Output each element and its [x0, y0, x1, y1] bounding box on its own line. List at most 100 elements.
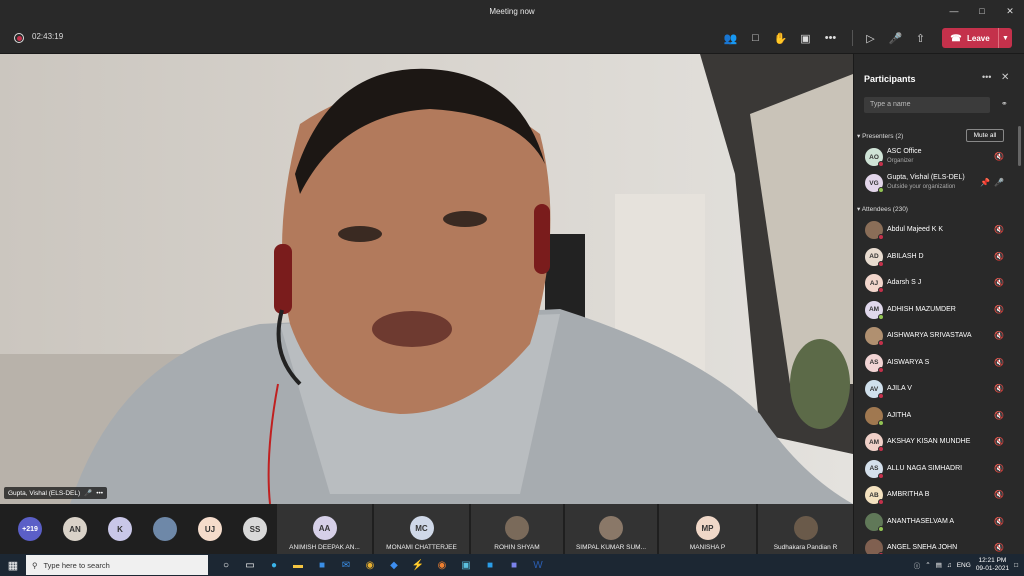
attendee-row[interactable]: AISHWARYA SRIVASTAVA 🔇	[854, 323, 1014, 349]
attendee-row[interactable]: AJ Adarsh S J 🔇	[854, 270, 1014, 296]
mic-muted-icon[interactable]: 🔇	[994, 490, 1004, 499]
presenter-row[interactable]: AO ASC Office Organizer 🔇	[854, 144, 1014, 170]
store-icon[interactable]: ■	[310, 554, 334, 576]
network-icon[interactable]: ▤	[936, 561, 942, 569]
video-tile[interactable]: ROHIN SHYAM	[471, 504, 563, 554]
gallery-avatar[interactable]	[153, 517, 177, 541]
chat-icon[interactable]: □	[743, 32, 768, 44]
status-dot	[878, 287, 884, 293]
windows-start-icon[interactable]: ▦	[0, 554, 26, 576]
taskbar-clock[interactable]: 12:21 PM 09-01-2021	[976, 557, 1009, 573]
status-dot	[878, 260, 884, 267]
leave-button[interactable]: ☎ Leave ▼	[942, 28, 1012, 48]
mic-off-icon[interactable]: 🎤	[883, 32, 908, 45]
search-icon: ⚲	[32, 560, 38, 570]
more-actions-icon[interactable]: •••	[818, 32, 843, 44]
word-icon[interactable]: W	[526, 554, 550, 576]
attendees-header[interactable]: ▾ Attendees (230)	[857, 205, 908, 213]
mic-muted-icon[interactable]: 🔇	[994, 152, 1004, 161]
attendee-row[interactable]: AM ADHISH MAZUMDER 🔇	[854, 297, 1014, 323]
breakout-rooms-icon[interactable]: ▣	[793, 32, 818, 45]
mail-icon[interactable]: ✉	[334, 554, 358, 576]
firefox-icon[interactable]: ◉	[430, 554, 454, 576]
raise-hand-icon[interactable]: ✋	[768, 32, 793, 45]
tile-name: MONAMI CHATTERJEE	[386, 544, 457, 551]
gallery-avatar[interactable]: AN	[63, 517, 87, 541]
video-tile[interactable]: Sudhakara Pandian R	[758, 504, 853, 554]
taskbar-search-input[interactable]: ⚲ Type here to search	[26, 555, 208, 575]
share-invite-icon[interactable]: ⚭	[1001, 99, 1008, 108]
panel-scrollbar[interactable]	[1018, 126, 1021, 166]
mic-muted-icon[interactable]: 🔇	[994, 252, 1004, 261]
share-screen-icon[interactable]: ⇧	[908, 32, 933, 45]
task-view-icon[interactable]: ▭	[238, 554, 262, 576]
maximize-icon[interactable]: □	[968, 0, 996, 22]
chrome-icon[interactable]: ◉	[358, 554, 382, 576]
presenters-header[interactable]: ▾ Presenters (2)	[857, 132, 903, 140]
attendee-row[interactable]: AM AKSHAY KISAN MUNDHE 🔇	[854, 429, 1014, 455]
language-indicator[interactable]: ENG	[957, 562, 971, 569]
app-icon[interactable]: ⚡	[406, 554, 430, 576]
mic-muted-icon[interactable]: 🔇	[994, 331, 1004, 340]
mute-all-button[interactable]: Mute all	[966, 129, 1004, 142]
edge-icon[interactable]: ●	[262, 554, 286, 576]
gallery-avatar[interactable]: SS	[243, 517, 267, 541]
close-window-icon[interactable]: ✕	[996, 0, 1024, 22]
camera-off-icon[interactable]: ▷	[858, 32, 883, 45]
participant-name: AISWARYA S	[887, 358, 930, 366]
mic-muted-icon[interactable]: 🔇	[994, 278, 1004, 287]
volume-icon[interactable]: ♫	[947, 562, 952, 569]
teams-icon[interactable]: ■	[502, 554, 526, 576]
meeting-toolbar: 02:43:19 👥 □ ✋ ▣ ••• ▷ 🎤 ⇧ ☎ Leave ▼	[0, 22, 1024, 54]
gallery-avatar[interactable]: UJ	[198, 517, 222, 541]
attendee-row[interactable]: AS ALLU NAGA SIMHADRI 🔇	[854, 456, 1014, 482]
cortana-icon[interactable]: ○	[214, 554, 238, 576]
mic-muted-icon[interactable]: 🔇	[994, 411, 1004, 420]
gallery-avatar[interactable]: K	[108, 517, 132, 541]
participants-icon[interactable]: 👥	[718, 32, 743, 45]
toolbar-divider	[852, 30, 853, 46]
tile-more-icon[interactable]: •••	[96, 490, 103, 497]
notifications-icon[interactable]: □	[1014, 562, 1018, 569]
app-icon-2[interactable]: ▣	[454, 554, 478, 576]
attendee-row[interactable]: AB AMBRITHA B 🔇	[854, 482, 1014, 508]
mic-muted-icon[interactable]: 🔇	[994, 358, 1004, 367]
participant-search-input[interactable]: Type a name	[864, 97, 990, 113]
mic-muted-icon[interactable]: 🔇	[994, 437, 1004, 446]
avatar: AS	[865, 459, 884, 479]
attendee-row[interactable]: AS AISWARYA S 🔇	[854, 350, 1014, 376]
mic-muted-icon[interactable]: 🔇	[994, 225, 1004, 234]
avatar: AB	[865, 486, 884, 505]
video-tile[interactable]: MP MANISHA P	[659, 504, 756, 554]
presenter-row[interactable]: VG Gupta, Vishal (ELS-DEL) Outside your or…	[854, 170, 1014, 196]
overflow-count-avatar[interactable]: +219	[18, 517, 42, 541]
pin-icon[interactable]: 📌	[980, 178, 990, 187]
mic-on-icon[interactable]: 🎤	[994, 178, 1004, 187]
help-icon[interactable]: ⓘ	[914, 560, 921, 570]
attendee-row[interactable]: Abdul Majeed K K 🔇	[854, 217, 1014, 243]
attendee-row[interactable]: ANANTHASELVAM A 🔇	[854, 509, 1014, 535]
video-tile[interactable]: AA ANIMISH DEEPAK AN...	[277, 504, 372, 554]
avatar-initials: AV	[869, 385, 879, 393]
show-hidden-icons-icon[interactable]: ⌃	[925, 561, 930, 569]
avatar	[865, 406, 884, 426]
participants-title: Participants	[864, 74, 916, 84]
video-tile[interactable]: SIMPAL KUMAR SUM...	[565, 504, 657, 554]
attendee-row[interactable]: AJITHA 🔇	[854, 403, 1014, 429]
attendee-row[interactable]: AD ABILASH D 🔇	[854, 244, 1014, 270]
mic-muted-icon[interactable]: 🔇	[994, 464, 1004, 473]
tile-avatar: AA	[312, 516, 337, 540]
mic-muted-icon[interactable]: 🔇	[994, 305, 1004, 314]
mic-muted-icon[interactable]: 🔇	[994, 543, 1004, 552]
file-explorer-icon[interactable]: ▬	[286, 554, 310, 576]
attendee-row[interactable]: AV AJILA V 🔇	[854, 376, 1014, 402]
dropbox-icon[interactable]: ◆	[382, 554, 406, 576]
close-panel-icon[interactable]: ✕	[1001, 72, 1009, 83]
chevron-down-icon[interactable]: ▼	[998, 28, 1012, 48]
panel-more-icon[interactable]: •••	[982, 72, 991, 82]
minimize-icon[interactable]: —	[940, 0, 968, 22]
app-icon-3[interactable]: ■	[478, 554, 502, 576]
mic-muted-icon[interactable]: 🔇	[994, 517, 1004, 526]
mic-muted-icon[interactable]: 🔇	[994, 384, 1004, 393]
video-tile[interactable]: MC MONAMI CHATTERJEE	[374, 504, 469, 554]
